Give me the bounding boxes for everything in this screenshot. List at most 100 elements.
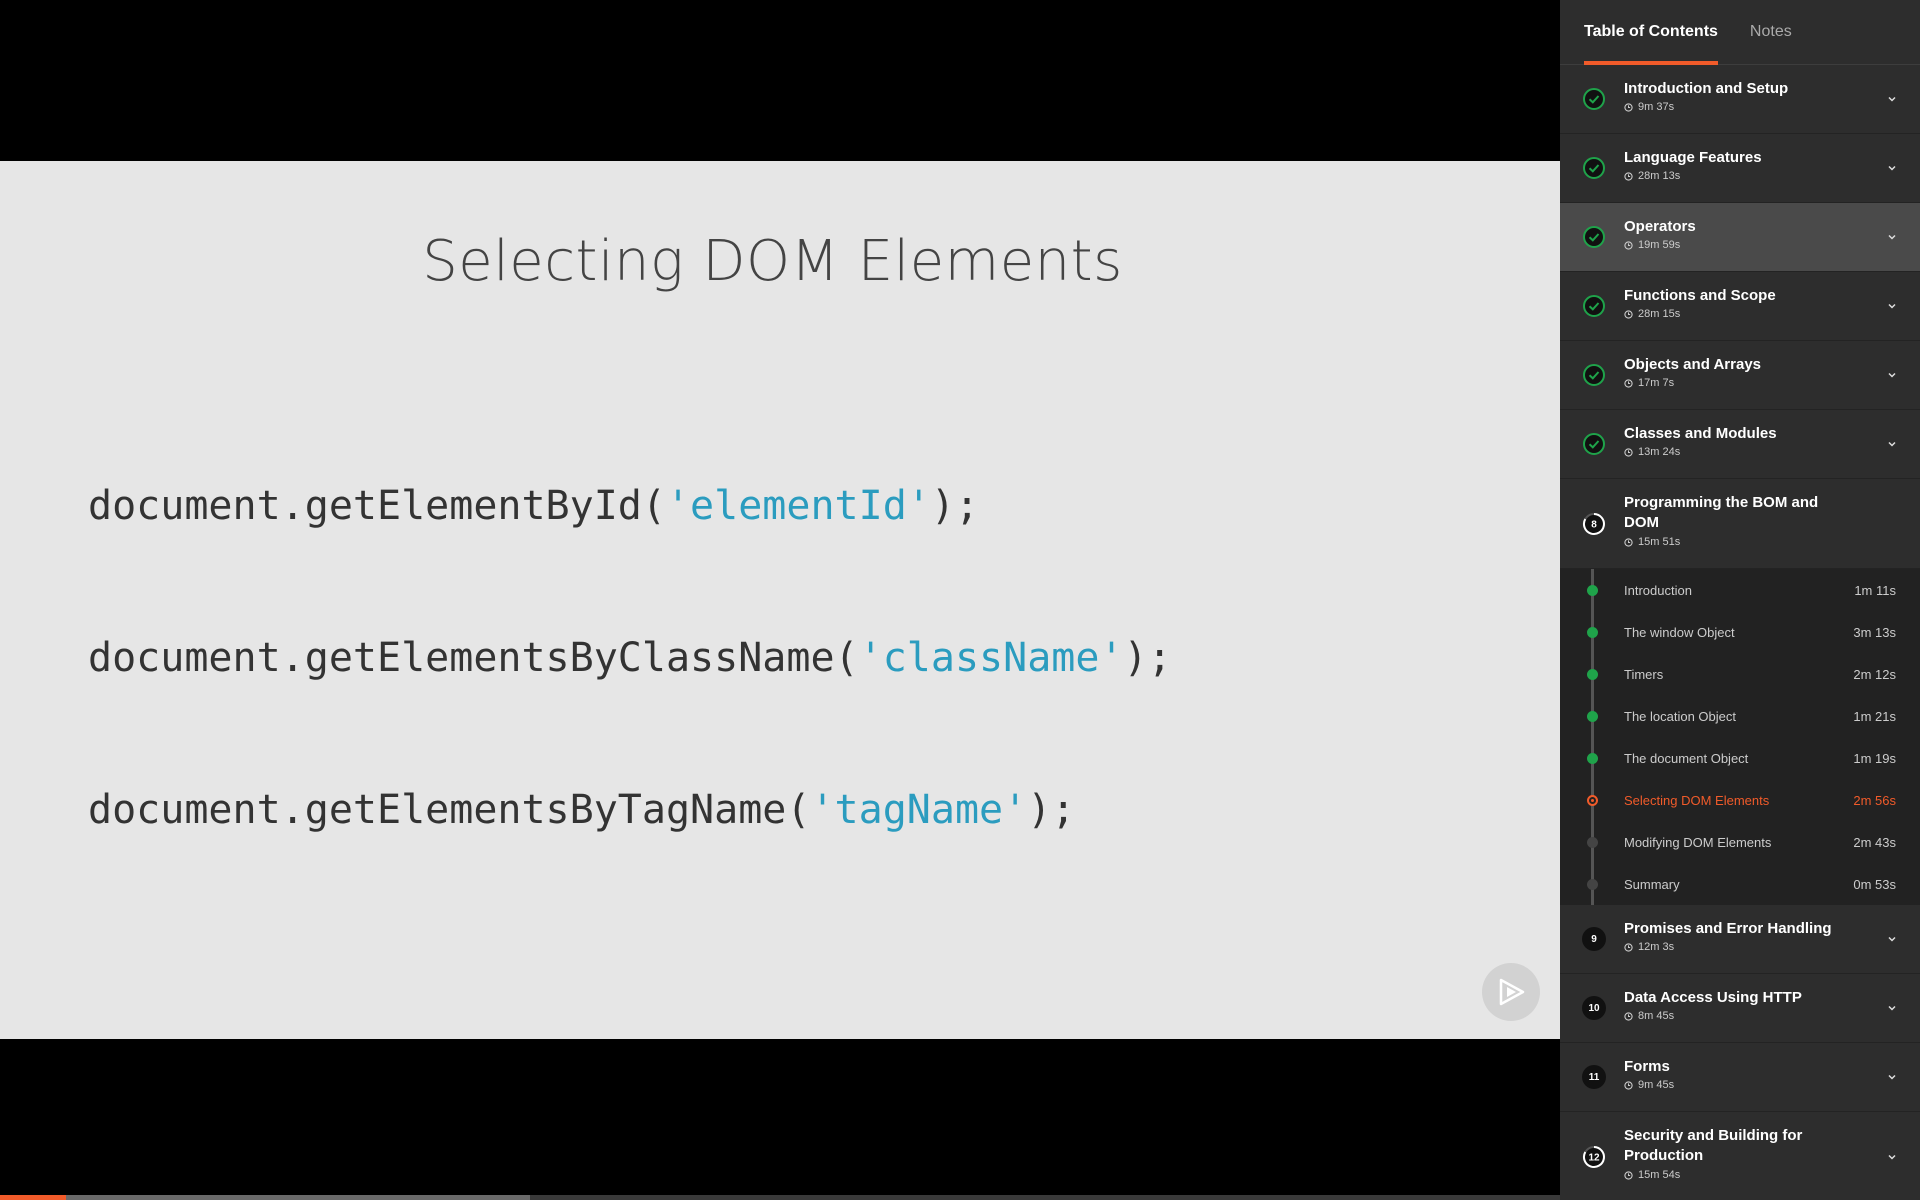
chevron-down-icon[interactable] (1886, 932, 1898, 950)
module-item[interactable]: Language Features 28m 13s (1560, 134, 1920, 203)
module-title: Promises and Error Handling (1624, 920, 1832, 937)
module-title: Data Access Using HTTP (1624, 989, 1802, 1006)
check-circle-icon (1582, 87, 1606, 111)
module-duration: 28m 13s (1624, 170, 1680, 182)
module-item[interactable]: Introduction and Setup 9m 37s (1560, 65, 1920, 134)
video-player[interactable]: Selecting DOM Elements document.getEleme… (0, 0, 1560, 1200)
clock-icon (1624, 537, 1638, 547)
module-duration: 28m 15s (1624, 308, 1680, 320)
module-item[interactable]: 9 Promises and Error Handling 12m 3s (1560, 905, 1920, 974)
clip-title: Selecting DOM Elements (1624, 792, 1770, 808)
module-duration-text: 12m 3s (1638, 941, 1675, 953)
clip-item[interactable]: The window Object 3m 13s (1560, 611, 1920, 653)
code-string: 'elementId' (665, 483, 931, 529)
progress-buffer (0, 1195, 531, 1200)
clip-duration: 2m 43s (1853, 834, 1896, 850)
chevron-down-icon[interactable] (1886, 230, 1898, 248)
module-duration-text: 15m 51s (1638, 536, 1681, 548)
clock-icon (1624, 378, 1638, 388)
module-number: 9 (1582, 927, 1606, 951)
chevron-down-icon[interactable] (1886, 161, 1898, 179)
clip-duration: 1m 21s (1853, 708, 1896, 724)
code-text: ); (930, 483, 980, 529)
clip-complete-icon (1587, 585, 1598, 596)
module-duration-text: 28m 13s (1638, 170, 1681, 182)
check-circle-icon (1582, 432, 1606, 456)
clock-icon (1624, 240, 1638, 250)
clip-item[interactable]: Modifying DOM Elements 2m 43s (1560, 821, 1920, 863)
code-text: ); (1123, 635, 1172, 681)
module-item[interactable]: 11 Forms 9m 45s (1560, 1043, 1920, 1112)
module-duration: 9m 37s (1624, 101, 1674, 113)
module-title: Forms (1624, 1058, 1670, 1075)
clock-icon (1624, 1170, 1638, 1180)
clip-duration: 2m 12s (1853, 666, 1896, 682)
code-string: 'className' (858, 635, 1124, 681)
clip-current-icon (1587, 795, 1598, 806)
clip-item[interactable]: The location Object 1m 21s (1560, 695, 1920, 737)
chevron-down-icon[interactable] (1886, 92, 1898, 110)
check-circle-icon (1582, 225, 1606, 249)
chevron-down-icon[interactable] (1886, 1001, 1898, 1019)
clip-title: The location Object (1624, 708, 1737, 724)
code-line-3: document.getElementsByTagName('tagName')… (88, 787, 1075, 833)
module-duration-text: 8m 45s (1638, 1010, 1675, 1022)
module-title: Functions and Scope (1624, 287, 1776, 304)
clip-item[interactable]: Summary 0m 53s (1560, 863, 1920, 905)
module-duration: 8m 45s (1624, 1010, 1674, 1022)
module-item[interactable]: Classes and Modules 13m 24s (1560, 410, 1920, 479)
tab-table-of-contents[interactable]: Table of Contents (1584, 0, 1718, 65)
progress-ring-icon: 8 (1582, 512, 1606, 536)
clip-title: Introduction (1624, 582, 1692, 598)
check-circle-icon (1582, 363, 1606, 387)
module-title: Operators (1624, 218, 1696, 235)
tab-notes[interactable]: Notes (1750, 0, 1792, 65)
progress-fill (0, 1195, 66, 1200)
chevron-down-icon[interactable] (1886, 1150, 1898, 1168)
module-duration: 17m 7s (1624, 377, 1674, 389)
play-logo-icon[interactable] (1482, 963, 1540, 1021)
module-duration-text: 9m 37s (1638, 101, 1675, 113)
clock-icon (1624, 102, 1638, 112)
module-item[interactable]: Operators 19m 59s (1560, 203, 1920, 272)
clip-title: Timers (1624, 666, 1664, 682)
code-text: document.getElementById( (88, 483, 666, 529)
clock-icon (1624, 309, 1638, 319)
module-item[interactable]: 12 Security and Building for Production 15… (1560, 1112, 1920, 1200)
module-item[interactable]: Functions and Scope 28m 15s (1560, 272, 1920, 341)
module-item[interactable]: Objects and Arrays 17m 7s (1560, 341, 1920, 410)
clip-item[interactable]: Selecting DOM Elements 2m 56s (1560, 779, 1920, 821)
code-line-1: document.getElementById('elementId'); (88, 483, 979, 529)
chevron-down-icon[interactable] (1886, 437, 1898, 455)
chevron-down-icon[interactable] (1886, 368, 1898, 386)
svg-text:8: 8 (1591, 520, 1597, 531)
chevron-down-icon[interactable] (1886, 1070, 1898, 1088)
module-number-badge: 11 (1582, 1065, 1606, 1089)
module-number: 11 (1582, 1065, 1606, 1089)
progress-bar[interactable] (0, 1195, 1560, 1200)
clip-item[interactable]: Timers 2m 12s (1560, 653, 1920, 695)
clip-complete-icon (1587, 753, 1598, 764)
svg-text:12: 12 (1588, 1153, 1600, 1164)
clock-icon (1624, 171, 1638, 181)
clip-duration: 2m 56s (1853, 792, 1896, 808)
module-duration: 19m 59s (1624, 239, 1680, 251)
clip-item[interactable]: The document Object 1m 19s (1560, 737, 1920, 779)
module-item[interactable]: 8 Programming the BOM and DOM 15m 51s (1560, 479, 1920, 569)
clip-duration: 3m 13s (1853, 624, 1896, 640)
module-duration-text: 17m 7s (1638, 377, 1675, 389)
progress-ring-icon: 12 (1582, 1145, 1606, 1169)
module-item[interactable]: 10 Data Access Using HTTP 8m 45s (1560, 974, 1920, 1043)
clip-duration: 1m 11s (1854, 582, 1896, 598)
clock-icon (1624, 1080, 1638, 1090)
module-title: Classes and Modules (1624, 425, 1777, 442)
clip-title: The document Object (1624, 750, 1749, 766)
clip-item[interactable]: Introduction 1m 11s (1560, 569, 1920, 611)
clip-duration: 1m 19s (1853, 750, 1896, 766)
clip-title: Modifying DOM Elements (1624, 834, 1772, 850)
clock-icon (1624, 942, 1638, 952)
code-string: 'tagName' (810, 787, 1028, 833)
module-duration-text: 19m 59s (1638, 239, 1681, 251)
chevron-down-icon[interactable] (1886, 299, 1898, 317)
module-duration: 15m 54s (1624, 1169, 1680, 1181)
